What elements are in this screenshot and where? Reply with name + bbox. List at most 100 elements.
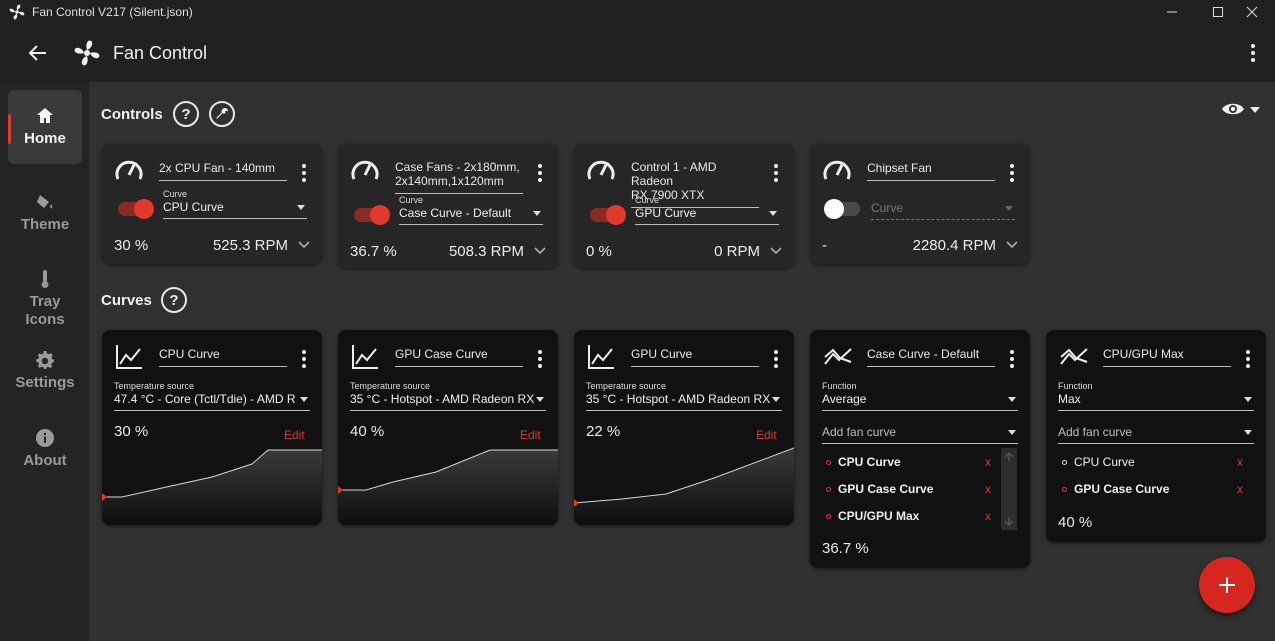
edit-curve-link[interactable]: Edit [284, 428, 305, 442]
mixed-curve-label: GPU Case Curve [1074, 482, 1170, 496]
fan-curve-graph[interactable] [574, 442, 794, 525]
temperature-source-label: Temperature source [114, 381, 195, 391]
remove-curve-button[interactable]: x [1237, 455, 1243, 469]
add-button[interactable] [1199, 557, 1255, 613]
controls-tools-button[interactable] [209, 101, 235, 127]
remove-curve-button[interactable]: x [1237, 482, 1243, 496]
temperature-source-select[interactable]: 47.4 °C - Core (Tctl/Tdie) - AMD R [114, 391, 310, 411]
sidebar-item-home[interactable]: Home [8, 90, 82, 164]
fan-name-line: Case Fans - 2x180mm, [395, 160, 520, 174]
remove-curve-button[interactable]: x [985, 509, 991, 523]
fan-name[interactable]: 2x CPU Fan - 140mm [159, 161, 287, 181]
fan-control-card: 2x CPU Fan - 140mm Curve CPU Curve 30 % … [102, 144, 322, 264]
edit-curve-link[interactable]: Edit [756, 428, 777, 442]
temperature-source-select[interactable]: 35 °C - Hotspot - AMD Radeon RX [586, 391, 782, 411]
fan-name[interactable]: Case Fans - 2x180mm, 2x140mm,1x120mm [395, 160, 523, 194]
card-menu-icon[interactable] [537, 350, 543, 368]
fan-curve-graph[interactable] [338, 442, 558, 525]
chevron-down-icon[interactable] [533, 246, 547, 256]
card-menu-icon[interactable] [301, 350, 307, 368]
curves-help-button[interactable]: ? [161, 287, 187, 313]
fan-control-card: Control 1 - AMD Radeon RX 7900 XTX Curve… [574, 144, 794, 268]
card-menu-icon[interactable] [1245, 350, 1251, 368]
curve-name[interactable]: CPU Curve [159, 347, 287, 367]
controls-help-button[interactable]: ? [173, 101, 199, 127]
close-icon [1246, 6, 1258, 18]
minimize-button[interactable] [1149, 0, 1195, 24]
curve-field-label: Curve [163, 189, 188, 199]
curve-select[interactable]: GPU Curve [635, 205, 779, 225]
close-button[interactable] [1229, 0, 1275, 24]
fan-logo-icon [74, 40, 100, 66]
curve-percent: 36.7 % [822, 540, 869, 557]
dropdown-caret-icon [297, 205, 305, 210]
visibility-menu-button[interactable] [1219, 98, 1267, 120]
curve-select[interactable]: CPU Curve [163, 199, 307, 219]
fan-control-card: Case Fans - 2x180mm, 2x140mm,1x120mm Cur… [338, 144, 558, 268]
chevron-down-icon[interactable] [769, 246, 783, 256]
card-menu-icon[interactable] [1009, 350, 1015, 368]
card-menu-icon[interactable] [537, 164, 543, 182]
card-menu-icon[interactable] [773, 164, 779, 182]
fan-curve-graph[interactable] [102, 442, 322, 525]
curve-name[interactable]: GPU Case Curve [395, 347, 523, 367]
help-icon: ? [181, 105, 191, 123]
sidebar-item-tray-icons[interactable]: Tray Icons [8, 256, 82, 342]
fan-enable-toggle[interactable] [824, 199, 860, 219]
edit-curve-link[interactable]: Edit [520, 428, 541, 442]
card-menu-icon[interactable] [773, 350, 779, 368]
bullet-icon [1062, 460, 1067, 466]
thermometer-icon [41, 270, 49, 288]
toggle-knob [824, 199, 844, 219]
curve-percent: 40 % [1058, 514, 1093, 531]
curve-percent: 22 % [586, 423, 621, 440]
chevron-down-icon[interactable] [297, 240, 311, 250]
remove-curve-button[interactable]: x [985, 482, 991, 496]
back-arrow-icon[interactable] [26, 41, 50, 65]
mix-curve-card: CPU/GPU Max Function Max Add fan curve C… [1046, 330, 1266, 542]
dropdown-caret-icon [1244, 397, 1252, 402]
function-select[interactable]: Max [1058, 391, 1254, 411]
temperature-source-select[interactable]: 35 °C - Hotspot - AMD Radeon RX [350, 391, 546, 411]
add-fan-curve-select[interactable]: Add fan curve [1058, 424, 1254, 444]
fan-enable-toggle[interactable] [118, 199, 154, 219]
bullet-icon [826, 460, 831, 466]
sidebar-item-about[interactable]: About [8, 412, 82, 486]
fan-enable-toggle[interactable] [354, 205, 390, 225]
sidebar-item-theme[interactable]: Theme [8, 176, 82, 250]
add-fan-curve-select[interactable]: Add fan curve [822, 424, 1018, 444]
list-scrollbar[interactable] [1001, 448, 1017, 530]
scroll-up-icon[interactable] [1004, 452, 1014, 462]
fan-rpm: 525.3 RPM [212, 237, 288, 254]
temperature-source-value: 35 °C - Hotspot - AMD Radeon RX [350, 392, 535, 406]
sidebar-item-label: About [23, 452, 67, 469]
fan-percent: 36.7 % [350, 243, 397, 260]
card-menu-icon[interactable] [301, 164, 307, 182]
mixed-curve-label: CPU/GPU Max [838, 509, 920, 523]
fan-name[interactable]: Chipset Fan [867, 161, 995, 181]
function-select[interactable]: Average [822, 391, 1018, 411]
sidebar-item-settings[interactable]: Settings [8, 334, 82, 408]
remove-curve-button[interactable]: x [985, 455, 991, 469]
graph-curve-icon [116, 345, 142, 369]
curve-card: CPU Curve Temperature source 47.4 °C - C… [102, 330, 322, 525]
curve-field-label: Curve [635, 195, 660, 205]
curve-name[interactable]: Case Curve - Default [867, 347, 995, 367]
more-options-icon[interactable] [1243, 42, 1263, 64]
curve-select[interactable]: Case Curve - Default [399, 205, 543, 225]
scroll-down-icon[interactable] [1004, 516, 1014, 526]
controls-section-title: Controls [101, 106, 163, 123]
curve-select[interactable]: Curve [871, 200, 1015, 220]
curve-name[interactable]: CPU/GPU Max [1103, 347, 1231, 367]
function-label: Function [822, 381, 857, 391]
fan-enable-toggle[interactable] [590, 205, 626, 225]
mixed-curve-label: GPU Case Curve [838, 482, 934, 496]
speedometer-icon [587, 160, 615, 180]
curve-name[interactable]: GPU Curve [631, 347, 759, 367]
card-menu-icon[interactable] [1009, 164, 1015, 182]
curve-field-label: Curve [399, 195, 424, 205]
dropdown-caret-icon [1008, 430, 1016, 435]
mixed-curve-label: CPU Curve [1074, 455, 1135, 469]
chevron-down-icon[interactable] [1005, 240, 1019, 250]
temperature-source-label: Temperature source [586, 381, 667, 391]
